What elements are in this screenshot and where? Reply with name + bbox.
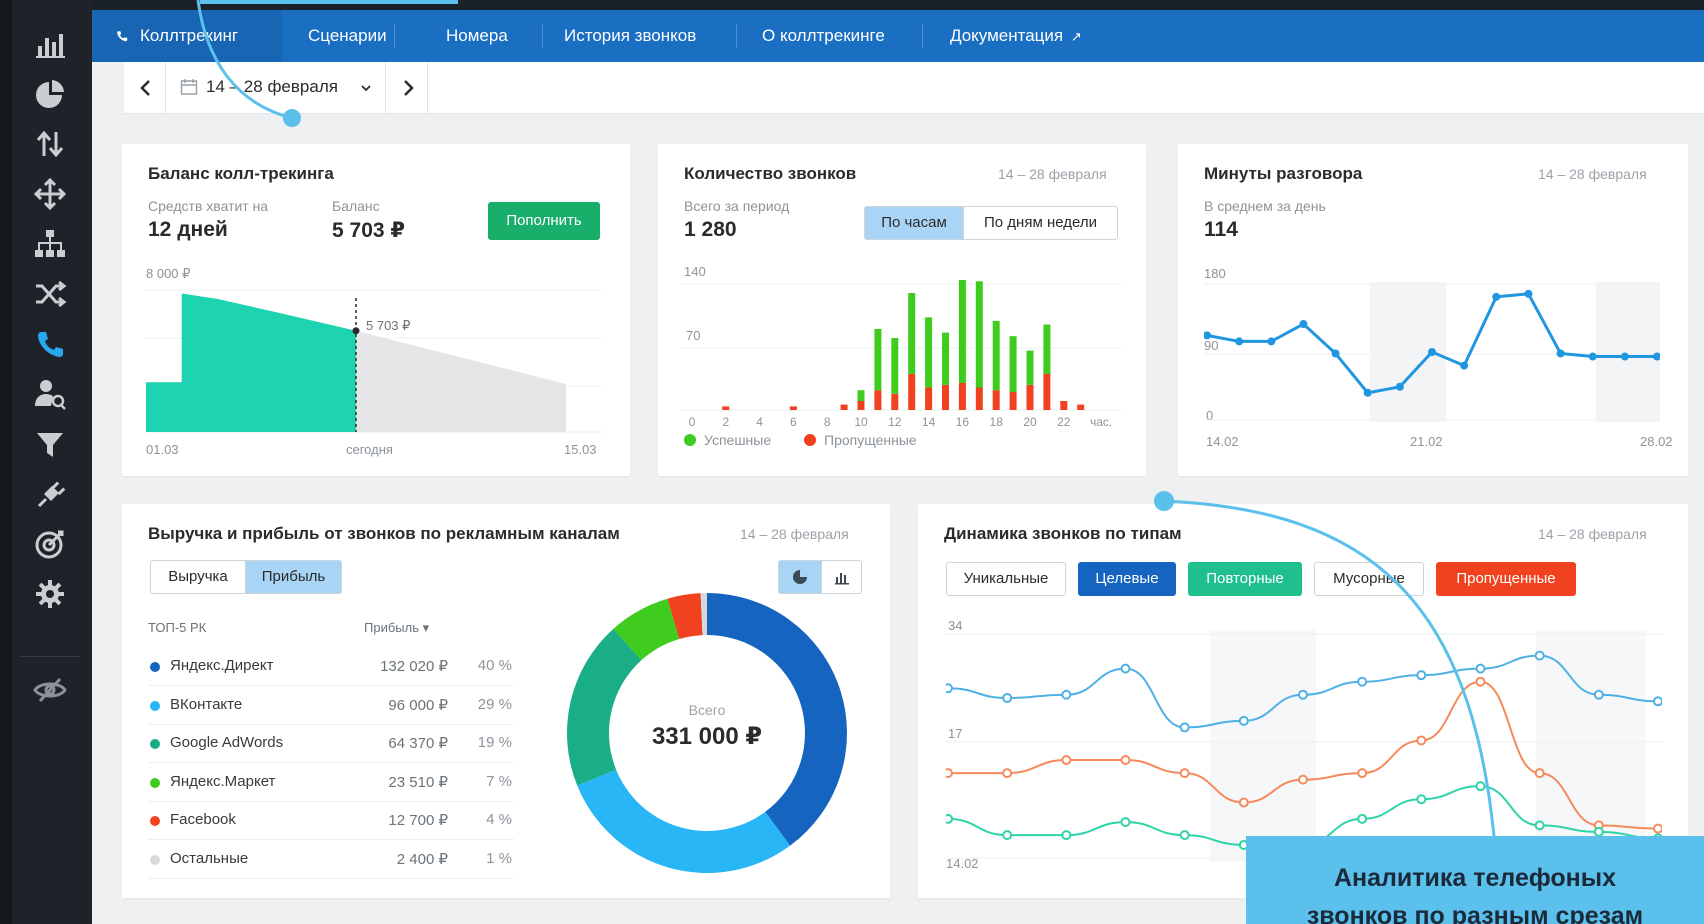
- connector-line: [1163, 499, 1496, 837]
- callout-connectors: [196, 0, 1496, 837]
- callout-line-2: звонков по разным срезам: [1306, 902, 1644, 924]
- connector-dot: [1154, 491, 1174, 511]
- callout-line-1: Аналитика телефоных: [1333, 864, 1617, 892]
- connector-line: [196, 0, 293, 120]
- promo-callout: Аналитика телефоных звонков по разным ср…: [1246, 836, 1704, 924]
- connector-dot: [283, 109, 301, 127]
